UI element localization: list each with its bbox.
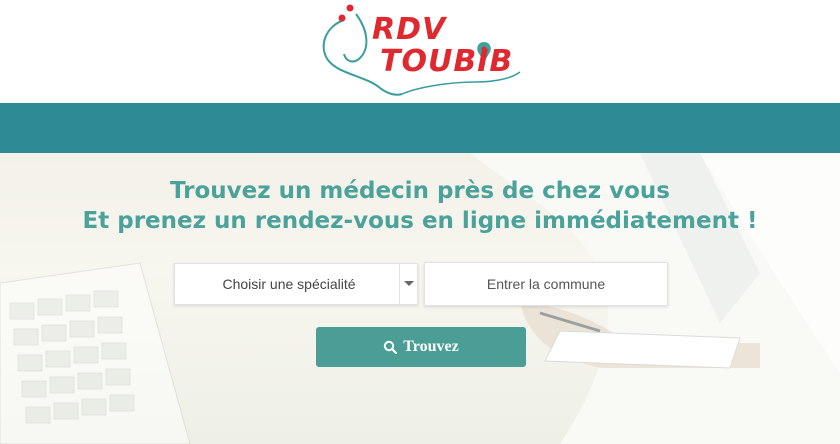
specialty-select[interactable]: Choisir une spécialité <box>174 263 418 305</box>
commune-input[interactable] <box>424 262 668 306</box>
logo[interactable]: RDV TOUBIB <box>316 2 526 100</box>
site-header: RDV TOUBIB <box>0 0 840 103</box>
hero-headline-1: Trouvez un médecin près de chez vous <box>170 178 670 204</box>
search-button[interactable]: Trouvez <box>316 327 526 367</box>
nav-band <box>0 103 840 153</box>
specialty-select-toggle[interactable] <box>399 264 417 304</box>
hero-section: Trouvez un médecin près de chez vous Et … <box>0 153 840 444</box>
hero-headline-2: Et prenez un rendez-vous en ligne immédi… <box>82 208 758 234</box>
search-icon <box>383 340 398 355</box>
specialty-select-value: Choisir une spécialité <box>222 276 356 292</box>
logo-text-rdv: RDV <box>372 12 447 47</box>
logo-text-toubib: TOUBIB <box>380 44 514 79</box>
search-button-label: Trouvez <box>403 338 459 355</box>
chevron-down-icon <box>404 281 414 286</box>
